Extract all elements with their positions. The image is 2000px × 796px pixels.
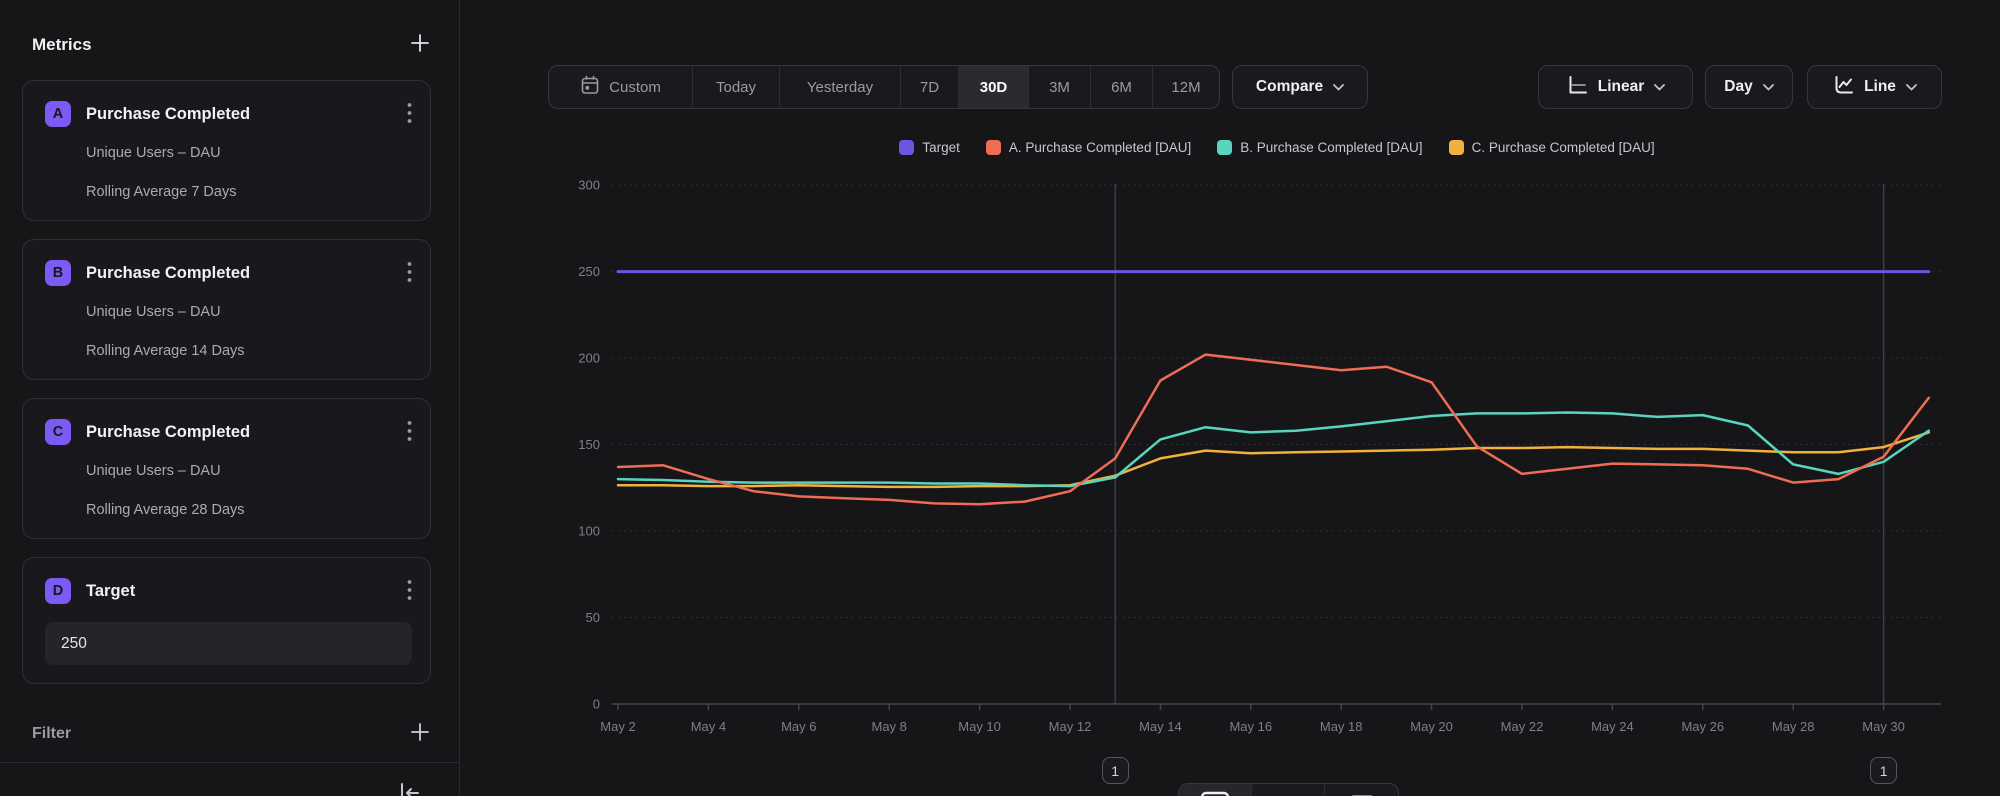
svg-text:May 26: May 26 [1681, 719, 1724, 734]
metric-measure: Unique Users – DAU [86, 461, 412, 481]
collapse-left-icon [396, 780, 422, 796]
metric-menu-button[interactable] [407, 261, 412, 286]
metrics-title: Metrics [32, 35, 92, 55]
svg-text:200: 200 [578, 351, 600, 366]
svg-text:May 18: May 18 [1320, 719, 1363, 734]
svg-text:250: 250 [578, 264, 600, 279]
svg-text:May 16: May 16 [1229, 719, 1272, 734]
kebab-icon [407, 579, 412, 604]
svg-text:May 4: May 4 [691, 719, 726, 734]
svg-text:May 28: May 28 [1772, 719, 1815, 734]
annotation-badge[interactable]: 1 [1102, 757, 1129, 784]
panel-icon [1272, 790, 1304, 796]
svg-text:May 22: May 22 [1501, 719, 1544, 734]
add-metric-button[interactable] [409, 32, 431, 57]
svg-text:May 6: May 6 [781, 719, 816, 734]
metric-letter-badge: D [45, 578, 71, 604]
svg-text:May 30: May 30 [1862, 719, 1905, 734]
svg-text:May 20: May 20 [1410, 719, 1453, 734]
chart-size-option-2[interactable] [1252, 784, 1325, 796]
svg-text:300: 300 [578, 178, 600, 193]
svg-text:May 2: May 2 [600, 719, 635, 734]
line-chart: 0 50 100 150 200 250 300 May 2 May 4 May 6 May 8 Ma… [460, 0, 2000, 796]
svg-text:May 10: May 10 [958, 719, 1001, 734]
metric-title: Purchase Completed [86, 264, 407, 283]
metric-transform: Rolling Average 14 Days [86, 341, 412, 361]
metrics-sidebar: Metrics A Purchase Completed Unique Users … [0, 0, 460, 796]
metric-card[interactable]: A Purchase Completed Unique Users – DAU Rol… [22, 80, 431, 221]
svg-text:100: 100 [578, 524, 600, 539]
metric-transform: Rolling Average 7 Days [86, 182, 412, 202]
plus-icon [409, 721, 431, 746]
metrics-header: Metrics [32, 32, 431, 57]
metric-title: Purchase Completed [86, 423, 407, 442]
chart-size-option-3[interactable] [1325, 784, 1398, 796]
svg-text:May 12: May 12 [1049, 719, 1092, 734]
metric-menu-button[interactable] [407, 579, 412, 604]
chart-size-option-1[interactable] [1179, 784, 1252, 796]
filter-title: Filter [32, 725, 71, 743]
collapse-sidebar-button[interactable] [396, 780, 422, 796]
sidebar-divider [0, 762, 460, 763]
chart-panel: CustomTodayYesterday7D30D3M6M12M Compare… [460, 0, 2000, 796]
svg-text:May 8: May 8 [871, 719, 906, 734]
target-card[interactable]: D Target 250 [22, 557, 431, 684]
filter-section: Filter [32, 721, 431, 746]
svg-text:May 24: May 24 [1591, 719, 1634, 734]
target-value-input[interactable]: 250 [45, 622, 412, 665]
metric-menu-button[interactable] [407, 102, 412, 127]
annotation-badge[interactable]: 1 [1870, 757, 1897, 784]
chart-size-toggle [1178, 783, 1399, 796]
kebab-icon [407, 420, 412, 445]
metric-measure: Unique Users – DAU [86, 302, 412, 322]
metric-letter-badge: C [45, 419, 71, 445]
kebab-icon [407, 102, 412, 127]
add-filter-button[interactable] [409, 721, 431, 746]
metric-card-list: A Purchase Completed Unique Users – DAU Rol… [22, 80, 431, 702]
kebab-icon [407, 261, 412, 286]
metric-title: Purchase Completed [86, 105, 407, 124]
metric-measure: Unique Users – DAU [86, 143, 412, 163]
svg-text:May 14: May 14 [1139, 719, 1182, 734]
metric-title: Target [86, 582, 407, 601]
metric-card[interactable]: B Purchase Completed Unique Users – DAU Rol… [22, 239, 431, 380]
svg-text:50: 50 [586, 610, 600, 625]
metric-letter-badge: B [45, 260, 71, 286]
plus-icon [409, 32, 431, 57]
panel-icon [1346, 790, 1378, 796]
metric-transform: Rolling Average 28 Days [86, 500, 412, 520]
svg-text:0: 0 [593, 697, 600, 712]
metric-card[interactable]: C Purchase Completed Unique Users – DAU Rol… [22, 398, 431, 539]
metric-menu-button[interactable] [407, 420, 412, 445]
metric-letter-badge: A [45, 101, 71, 127]
svg-text:150: 150 [578, 437, 600, 452]
panel-icon [1199, 790, 1231, 796]
